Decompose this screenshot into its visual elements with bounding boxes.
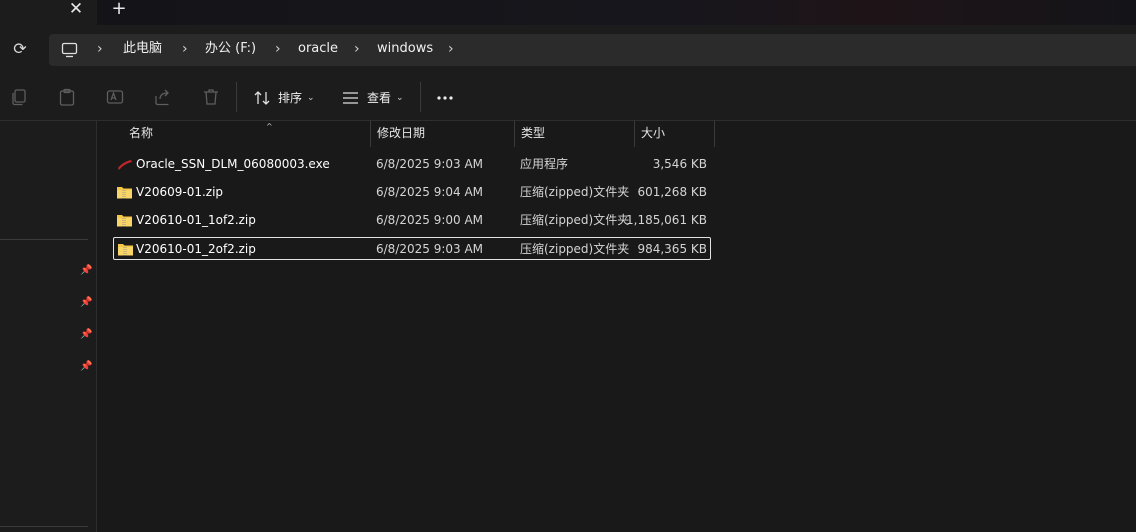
share-icon[interactable] — [153, 87, 173, 107]
breadcrumb-chevron[interactable]: › — [97, 34, 103, 66]
file-type: 应用程序 — [520, 157, 569, 171]
column-header-size[interactable]: 大小 — [634, 121, 715, 147]
sort-button[interactable]: 排序 ⌄ — [250, 82, 320, 114]
command-bar: 排序 ⌄ 查看 ⌄ — [0, 74, 1136, 121]
file-row[interactable]: Oracle_SSN_DLM_06080003.exe 6/8/2025 9:0… — [113, 153, 711, 176]
breadcrumb-drive-f[interactable]: 办公 (F:) — [205, 34, 256, 66]
nav-divider — [0, 239, 88, 240]
file-row[interactable]: V20610-01_1of2.zip 6/8/2025 9:00 AM 压缩(z… — [113, 209, 711, 232]
column-header-modified[interactable]: 修改日期 — [370, 121, 515, 147]
title-bar-background — [97, 0, 1136, 25]
file-modified: 6/8/2025 9:03 AM — [376, 157, 484, 171]
pin-icon[interactable]: 📌 — [80, 265, 92, 277]
breadcrumb-chevron[interactable]: › — [182, 34, 188, 66]
nav-divider — [0, 526, 88, 527]
column-header-label: 类型 — [521, 126, 546, 140]
file-row[interactable]: V20609-01.zip 6/8/2025 9:04 AM 压缩(zipped… — [113, 181, 711, 204]
file-modified: 6/8/2025 9:04 AM — [376, 185, 484, 199]
file-name: V20609-01.zip — [136, 185, 224, 199]
chevron-down-icon: ⌄ — [396, 93, 404, 103]
breadcrumb-chevron[interactable]: › — [448, 34, 454, 66]
sort-label: 排序 — [278, 91, 303, 105]
column-header-name[interactable]: 名称 ^ — [122, 121, 371, 147]
breadcrumb-this-pc[interactable]: 此电脑 — [123, 34, 162, 66]
view-button[interactable]: 查看 ⌄ — [338, 82, 410, 114]
refresh-icon[interactable]: ⟳ — [8, 37, 32, 61]
file-size: 1,185,061 KB — [626, 213, 707, 227]
rename-icon[interactable] — [105, 87, 125, 107]
paste-icon[interactable] — [57, 87, 77, 107]
breadcrumb-windows[interactable]: windows — [377, 34, 433, 66]
column-header-label: 名称 — [129, 126, 154, 140]
file-modified: 6/8/2025 9:00 AM — [376, 213, 484, 227]
toolbar-separator — [420, 82, 421, 112]
pin-icon[interactable]: 📌 — [80, 297, 92, 309]
zip-folder-icon — [117, 187, 132, 199]
address-bar[interactable]: › 此电脑 › 办公 (F:) › oracle › windows › — [49, 34, 1136, 66]
delete-icon[interactable] — [201, 87, 221, 107]
tab-strip: ✕ + — [0, 0, 1136, 25]
more-options-icon[interactable] — [436, 82, 456, 102]
breadcrumb-chevron[interactable]: › — [275, 34, 281, 66]
close-tab-icon[interactable]: ✕ — [66, 0, 86, 20]
file-list: 名称 ^ 修改日期 类型 大小 Oracle_SSN_DLM_06080003.… — [98, 121, 1136, 532]
navigation-pane[interactable]: 📌 📌 📌 📌 — [0, 121, 97, 532]
copy-icon[interactable] — [9, 87, 29, 107]
column-header-type[interactable]: 类型 — [514, 121, 635, 147]
toolbar-separator — [236, 82, 237, 112]
sort-icon — [254, 91, 270, 105]
file-size: 984,365 KB — [637, 242, 707, 256]
file-size: 3,546 KB — [652, 157, 707, 171]
chevron-down-icon: ⌄ — [307, 93, 315, 103]
file-size: 601,268 KB — [637, 185, 707, 199]
zip-folder-icon — [118, 244, 133, 256]
new-tab-button[interactable]: + — [109, 0, 129, 20]
zip-folder-icon — [117, 215, 132, 227]
column-header-label: 修改日期 — [377, 126, 426, 140]
view-label: 查看 — [367, 91, 392, 105]
view-icon — [343, 92, 358, 104]
pin-icon[interactable]: 📌 — [80, 329, 92, 341]
file-name: V20610-01_1of2.zip — [136, 213, 256, 227]
column-header-label: 大小 — [641, 126, 666, 140]
sort-ascending-icon: ^ — [266, 122, 273, 131]
address-row: ⟳ › 此电脑 › 办公 (F:) › oracle › windows › — [0, 25, 1136, 74]
breadcrumb-oracle[interactable]: oracle — [298, 34, 338, 66]
file-name: V20610-01_2of2.zip — [136, 242, 256, 256]
breadcrumb-chevron[interactable]: › — [354, 34, 360, 66]
this-pc-icon[interactable] — [61, 42, 78, 58]
file-modified: 6/8/2025 9:03 AM — [376, 242, 484, 256]
file-row-selected[interactable]: V20610-01_2of2.zip 6/8/2025 9:03 AM 压缩(z… — [113, 237, 711, 260]
pin-icon[interactable]: 📌 — [80, 361, 92, 373]
file-name: Oracle_SSN_DLM_06080003.exe — [136, 157, 330, 171]
exe-icon — [118, 160, 132, 170]
